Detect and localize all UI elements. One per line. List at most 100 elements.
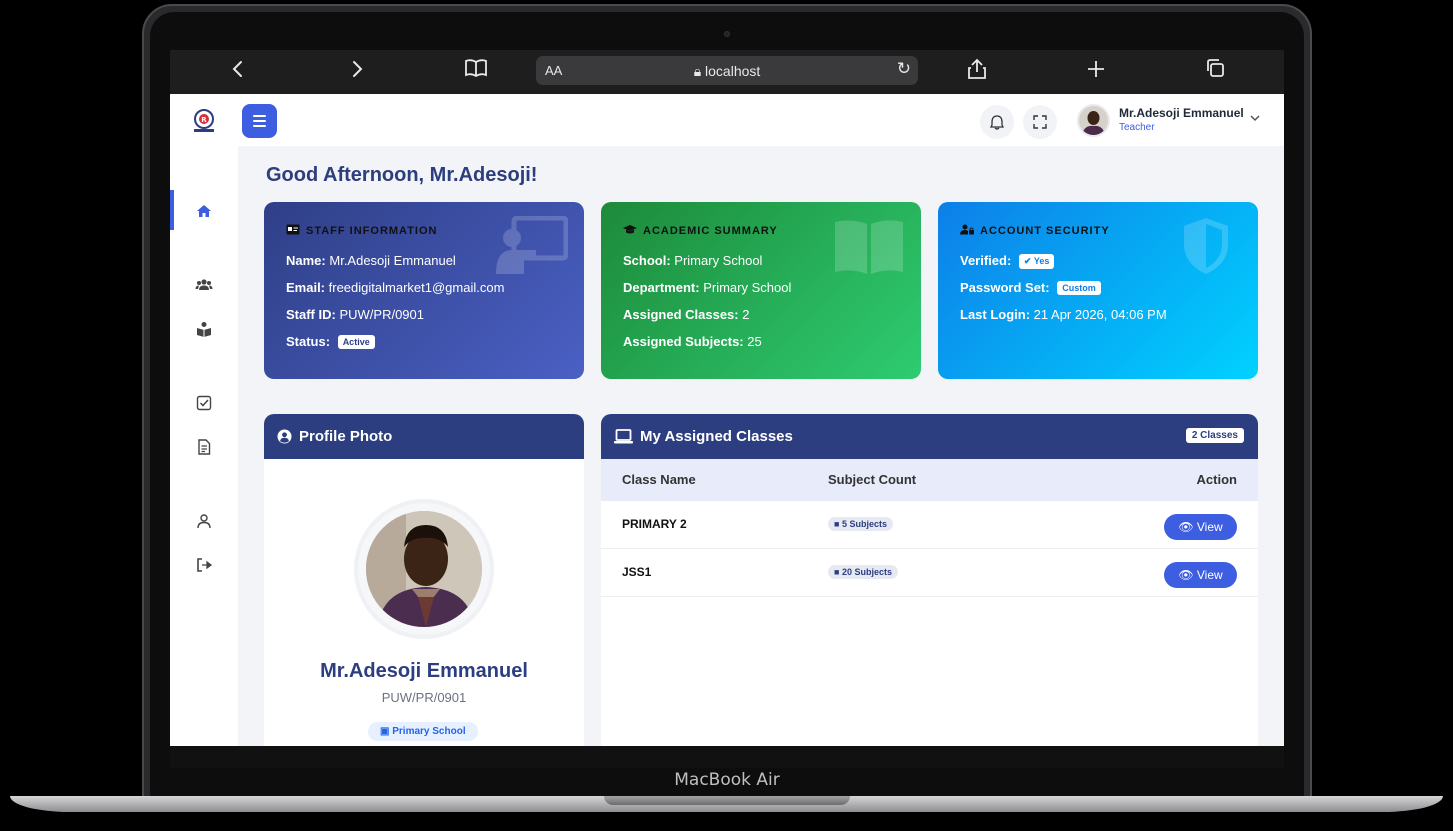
school-row: School: Primary School <box>623 253 763 268</box>
column-header-subject-count: Subject Count <box>828 472 917 487</box>
staff-status-row: Status: Active <box>286 334 375 349</box>
greeting-heading: Good Afternoon, Mr.Adesoji! <box>266 164 538 186</box>
assigned-subjects-row: Assigned Subjects: 25 <box>623 334 762 349</box>
card-title: ACCOUNT SECURITY <box>960 224 1110 237</box>
bookmarks-icon[interactable] <box>461 58 491 86</box>
sidebar-item-profile[interactable] <box>170 500 238 540</box>
user-icon <box>197 514 211 529</box>
password-row: Password Set: Custom <box>960 280 1101 295</box>
chalkboard-teacher-icon <box>496 216 568 274</box>
document-icon <box>198 439 211 455</box>
reload-icon[interactable]: ↻ <box>897 59 911 79</box>
user-role: Teacher <box>1119 122 1155 133</box>
laptop-icon <box>614 429 633 444</box>
shield-icon <box>1184 218 1228 274</box>
table-header: Class Name Subject Count Action <box>601 459 1258 501</box>
school-badge-label: Primary School <box>392 726 466 737</box>
back-icon[interactable] <box>223 58 253 86</box>
table-row: PRIMARY 2 ■ 5 Subjects 👁︎ View <box>601 501 1258 549</box>
view-class-button[interactable]: 👁︎ View <box>1164 514 1237 540</box>
verified-row: Verified: ✔︎ Yes <box>960 253 1055 269</box>
sidebar <box>170 146 238 746</box>
chevron-down-icon[interactable] <box>1248 108 1262 128</box>
laptop-chin <box>170 746 1284 768</box>
column-header-action: Action <box>1196 472 1237 487</box>
address-bar[interactable]: AA 🔒︎ localhost ↻ <box>536 56 918 85</box>
sidebar-item-results[interactable] <box>170 426 238 466</box>
profile-panel-title: Profile Photo <box>299 428 393 445</box>
assigned-classes-row: Assigned Classes: 2 <box>623 307 750 322</box>
status-badge: Active <box>337 335 375 349</box>
verified-badge: ✔︎ Yes <box>1018 254 1055 269</box>
sidebar-item-attendance[interactable] <box>170 382 238 422</box>
id-card-icon <box>286 224 300 235</box>
new-tab-icon[interactable] <box>1081 58 1111 86</box>
profile-staff-id: PUW/PR/0901 <box>381 690 467 705</box>
subject-count-badge: ■ 20 Subjects <box>828 565 898 579</box>
card-title: ACADEMIC SUMMARY <box>623 224 778 237</box>
profile-photo[interactable] <box>366 511 482 627</box>
user-avatar[interactable] <box>1077 104 1110 137</box>
forward-icon[interactable] <box>342 58 372 86</box>
security-card-title: ACCOUNT SECURITY <box>980 225 1110 237</box>
menu-toggle-button[interactable] <box>242 104 277 138</box>
user-circle-icon <box>277 429 292 444</box>
graduation-cap-icon <box>623 225 637 234</box>
reader-icon <box>197 322 211 337</box>
last-login-value: 21 Apr 2026, 04:06 PM <box>1033 307 1167 322</box>
browser-toolbar: AA 🔒︎ localhost ↻ <box>170 50 1284 94</box>
laptop-notch <box>604 796 850 805</box>
lock-icon: 🔒︎ <box>693 63 706 79</box>
column-header-class-name: Class Name <box>622 472 696 487</box>
class-name: PRIMARY 2 <box>622 517 687 531</box>
book-icon: ■ <box>834 567 840 577</box>
home-icon <box>197 205 211 217</box>
sidebar-item-home[interactable] <box>170 190 238 230</box>
table-row: JSS1 ■ 20 Subjects 👁︎ View <box>601 549 1258 597</box>
device-label: MacBook Air <box>674 770 780 790</box>
assigned-subjects-value: 25 <box>747 334 762 349</box>
expand-icon <box>1033 115 1047 129</box>
sidebar-item-classes[interactable] <box>170 308 238 348</box>
staff-name-row: Name: Mr.Adesoji Emmanuel <box>286 253 456 268</box>
school-badge: ▣ Primary School <box>368 722 478 741</box>
card-title: STAFF INFORMATION <box>286 224 437 237</box>
panel-header: My Assigned Classes 2 Classes <box>601 414 1258 459</box>
department-row: Department: Primary School <box>623 280 792 295</box>
user-name[interactable]: Mr.Adesoji Emmanuel <box>1119 106 1244 120</box>
user-lock-icon <box>960 224 974 235</box>
school-logo[interactable]: R <box>192 108 216 134</box>
subject-count-badge: ■ 5 Subjects <box>828 517 893 531</box>
password-badge: Custom <box>1057 281 1101 295</box>
assigned-classes-value: 2 <box>742 307 750 322</box>
fullscreen-button[interactable] <box>1023 105 1057 139</box>
eye-icon: 👁︎ <box>1178 568 1194 582</box>
book-icon: ■ <box>834 519 840 529</box>
staff-information-card: STAFF INFORMATION Name: Mr.Adesoji Emman… <box>264 202 584 379</box>
active-indicator <box>170 190 174 230</box>
sidebar-item-logout[interactable] <box>170 544 238 584</box>
tabs-overview-icon[interactable] <box>1200 58 1230 86</box>
sidebar-item-students[interactable] <box>170 264 238 304</box>
panel-header: Profile Photo <box>264 414 584 459</box>
staff-name: Mr.Adesoji Emmanuel <box>329 253 456 268</box>
briefcase-icon: ▣ <box>380 726 390 737</box>
screen: AA 🔒︎ localhost ↻ R Mr.Adesoji Emmanuel … <box>170 50 1284 746</box>
staff-id: PUW/PR/0901 <box>339 307 425 322</box>
department-value: Primary School <box>703 280 792 295</box>
logout-icon <box>197 558 212 572</box>
checkbox-icon <box>196 395 212 411</box>
view-class-button[interactable]: 👁︎ View <box>1164 562 1237 588</box>
profile-name: Mr.Adesoji Emmanuel <box>320 660 528 682</box>
staff-id-row: Staff ID: PUW/PR/0901 <box>286 307 425 322</box>
notification-button[interactable] <box>980 105 1014 139</box>
users-icon <box>195 279 213 290</box>
classes-count-badge: 2 Classes <box>1185 428 1244 443</box>
share-icon[interactable] <box>962 58 992 86</box>
book-open-icon <box>835 220 903 274</box>
staff-card-title: STAFF INFORMATION <box>306 225 438 237</box>
class-name: JSS1 <box>622 565 652 579</box>
svg-text:R: R <box>201 116 207 124</box>
account-security-card: ACCOUNT SECURITY Verified: ✔︎ Yes Passwo… <box>938 202 1258 379</box>
staff-email-row: Email: freedigitalmarket1@gmail.com <box>286 280 505 295</box>
